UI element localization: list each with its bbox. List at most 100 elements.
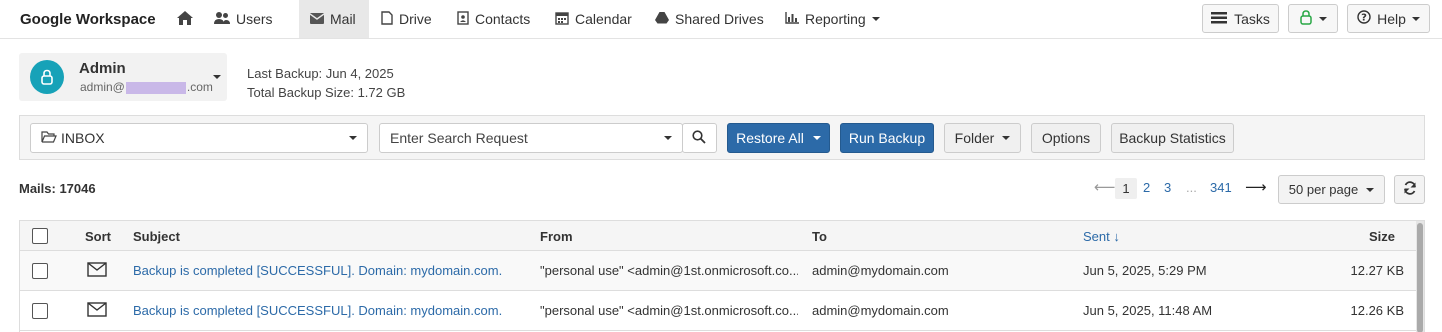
col-sort[interactable]: Sort bbox=[85, 229, 111, 244]
chevron-down-icon bbox=[349, 136, 357, 140]
nav-drive[interactable]: Drive bbox=[381, 0, 432, 38]
backup-statistics-button[interactable]: Backup Statistics bbox=[1111, 123, 1234, 153]
file-icon bbox=[381, 10, 393, 28]
folder-label: Folder bbox=[954, 130, 995, 146]
row-size: 12.27 KB bbox=[1350, 263, 1405, 278]
row-from: "personal use" <admin@1st.onmicrosoft.co… bbox=[540, 263, 798, 278]
nav-calendar[interactable]: Calendar bbox=[555, 0, 632, 38]
per-page-select[interactable]: 50 per page bbox=[1278, 175, 1385, 204]
account-selector[interactable]: Admin admin@ .com bbox=[19, 53, 227, 101]
top-navbar: Google Workspace Users Mail Drive Contac… bbox=[0, 0, 1442, 39]
nav-users-label: Users bbox=[236, 11, 273, 27]
calendar-icon bbox=[555, 11, 569, 28]
row-sent: Jun 5, 2025, 5:29 PM bbox=[1083, 263, 1207, 278]
nav-contacts-label: Contacts bbox=[475, 11, 531, 27]
pagination-last-page[interactable]: 341 bbox=[1210, 180, 1232, 195]
backup-statistics-label: Backup Statistics bbox=[1119, 130, 1226, 146]
drive-icon bbox=[655, 11, 669, 27]
envelope-icon bbox=[87, 262, 107, 280]
total-backup-size: Total Backup Size: 1.72 GB bbox=[247, 85, 406, 100]
pagination-page-3[interactable]: 3 bbox=[1164, 180, 1171, 195]
nav-reporting[interactable]: Reporting bbox=[785, 0, 880, 38]
bar-chart-icon bbox=[785, 11, 799, 27]
nav-mail[interactable]: Mail bbox=[299, 0, 369, 38]
envelope-icon bbox=[309, 11, 325, 27]
row-subject[interactable]: Backup is completed [SUCCESSFUL]. Domain… bbox=[133, 303, 502, 318]
folder-select[interactable]: INBOX bbox=[30, 123, 368, 153]
help-label: Help bbox=[1377, 10, 1406, 27]
home-icon[interactable] bbox=[176, 9, 196, 29]
search-icon bbox=[692, 129, 706, 147]
row-to: admin@mydomain.com bbox=[812, 303, 949, 318]
folder-select-value: INBOX bbox=[61, 130, 105, 146]
col-subject[interactable]: Subject bbox=[133, 229, 180, 244]
backup-info: Last Backup: Jun 4, 2025 Total Backup Si… bbox=[247, 64, 405, 102]
nav-contacts[interactable]: Contacts bbox=[457, 0, 530, 38]
chevron-down-icon bbox=[1411, 16, 1420, 21]
pagination-prev[interactable]: ⟵ bbox=[1094, 178, 1116, 196]
row-size: 12.26 KB bbox=[1350, 303, 1405, 318]
table-row[interactable]: Backup is completed [SUCCESSFUL]. Domain… bbox=[20, 251, 1416, 291]
nav-users[interactable]: Users bbox=[214, 0, 273, 38]
tasks-button[interactable]: Tasks bbox=[1202, 4, 1279, 33]
col-sent[interactable]: Sent ↓ bbox=[1083, 229, 1120, 244]
refresh-icon bbox=[1403, 181, 1417, 198]
last-backup: Last Backup: Jun 4, 2025 bbox=[247, 66, 394, 81]
users-icon bbox=[214, 11, 230, 28]
restore-all-button[interactable]: Restore All bbox=[727, 123, 830, 153]
chevron-down-icon bbox=[1319, 16, 1327, 21]
nav-reporting-label: Reporting bbox=[805, 11, 866, 27]
row-subject[interactable]: Backup is completed [SUCCESSFUL]. Domain… bbox=[133, 263, 502, 278]
search-input[interactable]: Enter Search Request bbox=[379, 123, 683, 153]
row-checkbox[interactable] bbox=[32, 263, 48, 279]
row-sent: Jun 5, 2025, 11:48 AM bbox=[1083, 303, 1213, 318]
row-from: "personal use" <admin@1st.onmicrosoft.co… bbox=[540, 303, 798, 318]
pagination-ellipsis: ... bbox=[1186, 180, 1197, 195]
folder-button[interactable]: Folder bbox=[944, 123, 1021, 153]
user-icon bbox=[1299, 9, 1313, 28]
options-button[interactable]: Options bbox=[1031, 123, 1101, 153]
account-email: admin@ .com bbox=[80, 80, 213, 94]
avatar bbox=[30, 60, 64, 94]
row-checkbox[interactable] bbox=[32, 303, 48, 319]
nav-drive-label: Drive bbox=[399, 11, 432, 27]
col-from[interactable]: From bbox=[540, 229, 573, 244]
svg-text:?: ? bbox=[1361, 13, 1367, 24]
search-button[interactable] bbox=[682, 123, 717, 153]
pagination-current[interactable]: 1 bbox=[1115, 178, 1137, 199]
select-all-checkbox[interactable] bbox=[32, 228, 48, 244]
mails-count: Mails: 17046 bbox=[19, 181, 96, 196]
run-backup-label: Run Backup bbox=[848, 130, 926, 146]
tasks-icon bbox=[1211, 11, 1228, 27]
table-header: Sort Subject From To Sent ↓ Size bbox=[20, 221, 1416, 251]
run-backup-button[interactable]: Run Backup bbox=[840, 123, 934, 153]
brand-title: Google Workspace bbox=[20, 11, 156, 28]
table-scrollbar[interactable] bbox=[1416, 221, 1424, 332]
account-status-button[interactable] bbox=[1288, 4, 1338, 33]
chevron-down-icon bbox=[664, 136, 672, 140]
contact-card-icon bbox=[457, 10, 469, 28]
lock-user-icon bbox=[41, 69, 53, 85]
pagination-page-2[interactable]: 2 bbox=[1143, 180, 1150, 195]
question-icon: ? bbox=[1357, 10, 1371, 27]
per-page-label: 50 per page bbox=[1288, 182, 1359, 197]
col-size[interactable]: Size bbox=[1369, 229, 1395, 244]
table-row[interactable]: Backup is completed [SUCCESSFUL]. Domain… bbox=[20, 291, 1416, 331]
scrollbar-thumb[interactable] bbox=[1417, 223, 1423, 332]
col-to[interactable]: To bbox=[812, 229, 827, 244]
nav-shared-drives-label: Shared Drives bbox=[675, 11, 764, 27]
nav-calendar-label: Calendar bbox=[575, 11, 632, 27]
options-label: Options bbox=[1041, 130, 1091, 146]
redacted-block bbox=[125, 81, 186, 94]
nav-mail-label: Mail bbox=[330, 11, 356, 27]
search-placeholder: Enter Search Request bbox=[390, 130, 528, 146]
refresh-button[interactable] bbox=[1394, 175, 1425, 204]
chevron-down-icon bbox=[871, 17, 880, 21]
help-button[interactable]: ? Help bbox=[1347, 4, 1430, 33]
tasks-label: Tasks bbox=[1234, 10, 1270, 27]
pagination-next[interactable]: ⟶ bbox=[1245, 178, 1267, 196]
nav-shared-drives[interactable]: Shared Drives bbox=[655, 0, 764, 38]
envelope-icon bbox=[87, 302, 107, 320]
chevron-down-icon bbox=[1366, 187, 1375, 192]
chevron-down-icon bbox=[1002, 136, 1011, 140]
